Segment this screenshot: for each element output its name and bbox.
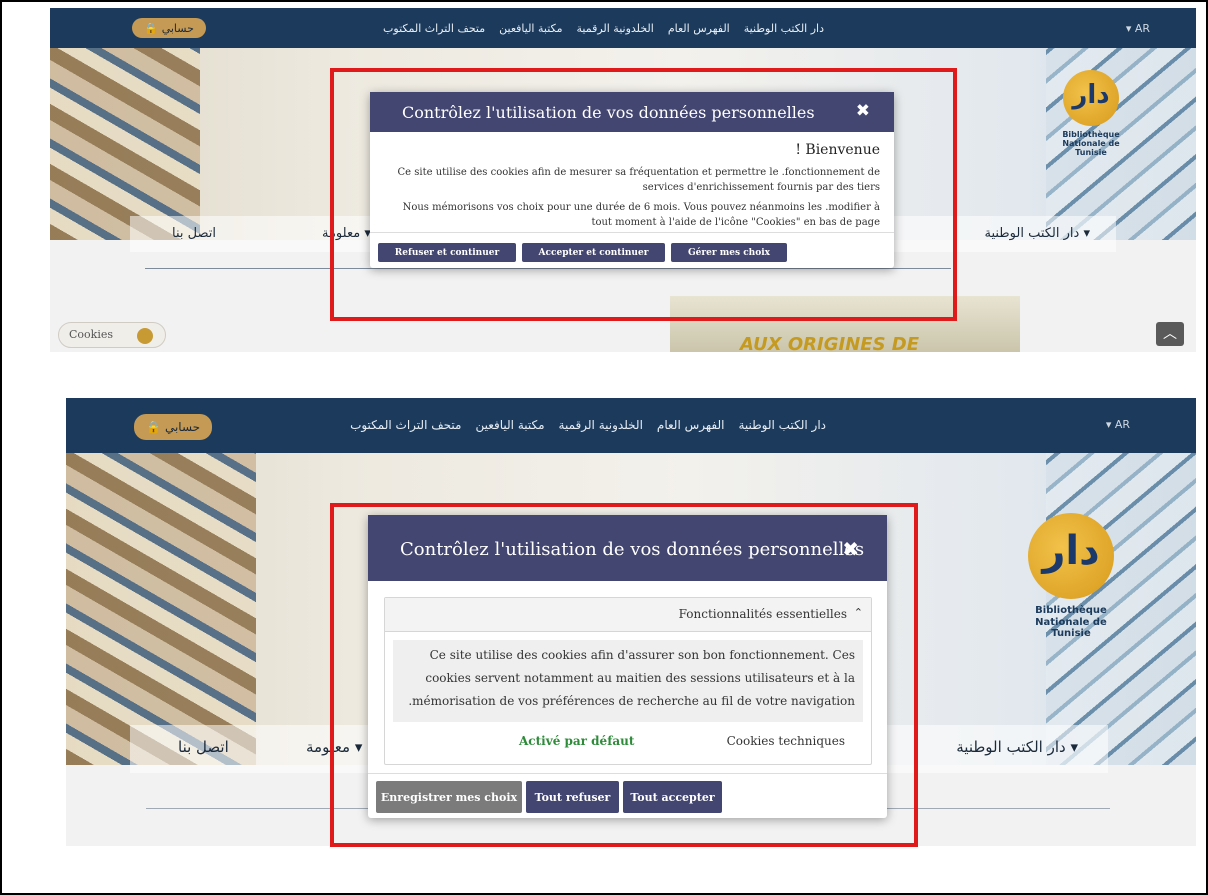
account-button[interactable]: 🔒 حسابي — [134, 414, 213, 440]
logo-name: Bibliothèque Nationale de Tunisie — [1062, 130, 1120, 158]
nav-links: دار الكتب الوطنية الفهرس العام الخلدونية… — [383, 22, 824, 35]
nav-link-catalogue[interactable]: الفهرس العام — [668, 22, 730, 35]
nav-links: دار الكتب الوطنية الفهرس العام الخلدونية… — [350, 418, 826, 432]
chevron-up-icon: ︿ — [1163, 326, 1177, 342]
language-selector[interactable]: ▾ AR — [1106, 418, 1130, 431]
cookie-icon — [137, 328, 153, 344]
heritage-collage-image — [66, 453, 256, 765]
lock-icon: 🔒 — [146, 420, 161, 434]
logo-emblem: دار — [1028, 513, 1114, 599]
cookies-label: Cookies — [69, 328, 113, 341]
account-label: حسابي — [164, 420, 201, 434]
account-label: حسابي — [161, 21, 194, 35]
site-logo[interactable]: دار Bibliothèque Nationale de Tunisie — [1048, 70, 1134, 158]
scroll-top-button[interactable]: ︿ — [1156, 322, 1184, 346]
nav-link-khaldounia[interactable]: الخلدونية الرقمية — [577, 22, 654, 35]
nav-link-heritage-museum[interactable]: متحف التراث المكتوب — [383, 22, 485, 35]
menu-dar[interactable]: دار الكتب الوطنية ▾ — [984, 226, 1090, 241]
menu-contact[interactable]: اتصل بنا — [178, 738, 229, 756]
cookies-settings-button[interactable]: Cookies — [58, 322, 166, 348]
nav-link-youth-library[interactable]: مكتبة اليافعين — [499, 22, 562, 35]
top-navbar: 🔒 حسابي دار الكتب الوطنية الفهرس العام ا… — [50, 8, 1196, 48]
nav-link-khaldounia[interactable]: الخلدونية الرقمية — [559, 418, 643, 432]
logo-name: Bibliothèque Nationale de Tunisie — [1035, 605, 1107, 639]
lock-icon: 🔒 — [144, 21, 158, 35]
site-logo[interactable]: دار Bibliothèque Nationale de Tunisie — [1016, 513, 1126, 640]
menu-dar[interactable]: دار الكتب الوطنية ▾ — [956, 738, 1078, 756]
nav-link-youth-library[interactable]: مكتبة اليافعين — [475, 418, 544, 432]
book-cover-text: AUX ORIGINES DE — [740, 334, 920, 352]
heritage-collage-image — [50, 48, 200, 240]
menu-contact[interactable]: اتصل بنا — [172, 226, 216, 241]
nav-link-dar[interactable]: دار الكتب الوطنية — [744, 22, 824, 35]
top-navbar: 🔒 حسابي دار الكتب الوطنية الفهرس العام ا… — [66, 398, 1196, 453]
logo-emblem: دار — [1063, 70, 1119, 126]
nav-link-heritage-museum[interactable]: متحف التراث المكتوب — [350, 418, 461, 432]
highlight-box — [330, 503, 918, 847]
nav-link-catalogue[interactable]: الفهرس العام — [657, 418, 725, 432]
account-button[interactable]: 🔒 حسابي — [132, 18, 206, 38]
nav-link-dar[interactable]: دار الكتب الوطنية — [738, 418, 826, 432]
language-selector[interactable]: ▾ AR — [1126, 22, 1150, 35]
highlight-box — [330, 68, 957, 321]
